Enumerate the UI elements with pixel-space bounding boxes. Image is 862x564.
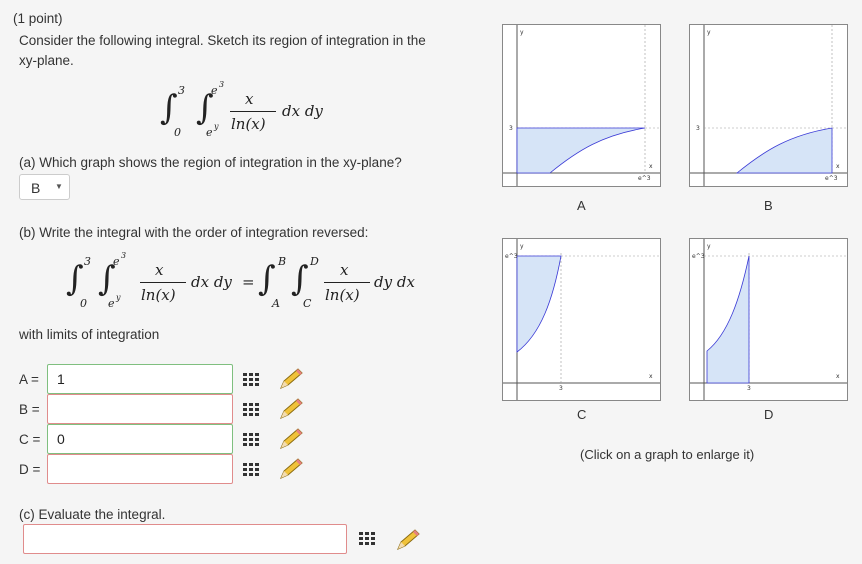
- pencil-icon[interactable]: [395, 528, 421, 552]
- x-tick-label: 3: [559, 385, 563, 392]
- grid-icon[interactable]: [359, 532, 375, 545]
- graph-select-value: B: [31, 180, 41, 196]
- y-tick-label: 3: [696, 125, 700, 132]
- y-tick-label: e^3: [692, 253, 705, 260]
- pencil-icon[interactable]: [278, 397, 304, 421]
- integral-sign: ∫: [291, 259, 309, 299]
- field-a-input[interactable]: 1: [47, 364, 233, 394]
- graph-c-plot: [503, 239, 660, 400]
- field-c-input[interactable]: 0: [47, 424, 233, 454]
- grid-icon[interactable]: [243, 433, 259, 446]
- reversed-integral-expression: ∫ 3 0 ∫ e 3 e y x ln(x) dx dy = ∫ B A ∫ …: [66, 251, 426, 315]
- x-tick-label: 3: [747, 385, 751, 392]
- intro-text-line2: xy-plane.: [19, 53, 74, 68]
- integral-sign: ∫: [160, 88, 178, 128]
- pencil-icon[interactable]: [278, 427, 304, 451]
- reversed-inner-lower: C: [303, 297, 312, 310]
- denominator: ln(x): [231, 115, 266, 133]
- graph-b-label: B: [764, 198, 773, 213]
- y-axis-label: y: [520, 29, 524, 36]
- intro-text-line1: Consider the following integral. Sketch …: [19, 33, 426, 48]
- graph-a[interactable]: y x 3 e^3: [502, 24, 661, 187]
- reversed-denominator: ln(x): [325, 286, 360, 304]
- differentials: dx dy: [282, 102, 323, 120]
- part-a-question: (a) Which graph shows the region of inte…: [19, 155, 402, 170]
- integral-sign: ∫: [258, 259, 276, 299]
- x-axis-label: x: [836, 163, 840, 170]
- inner-upper-limit: e: [113, 255, 120, 268]
- graph-d-plot: [690, 239, 847, 400]
- denominator: ln(x): [141, 286, 176, 304]
- x-tick-label: e^3: [638, 175, 651, 182]
- reversed-differentials: dy dx: [374, 273, 415, 291]
- field-d-input[interactable]: [47, 454, 233, 484]
- numerator: x: [155, 261, 164, 279]
- part-b-question: (b) Write the integral with the order of…: [19, 225, 369, 240]
- outer-upper-limit: 3: [178, 84, 185, 97]
- outer-upper-limit: 3: [84, 255, 91, 268]
- graph-d-label: D: [764, 407, 774, 422]
- points-label: (1 point): [13, 11, 63, 26]
- chevron-down-icon: ▼: [55, 182, 63, 191]
- inner-lower-exp: y: [214, 122, 219, 131]
- integral-expression: ∫ 3 0 ∫ e 3 e y x ln(x) dx dy: [160, 80, 340, 144]
- graph-a-plot: [503, 25, 660, 186]
- graph-d[interactable]: y x e^3 3: [689, 238, 848, 401]
- pencil-icon[interactable]: [278, 457, 304, 481]
- grid-icon[interactable]: [243, 403, 259, 416]
- inner-upper-exp: 3: [219, 80, 225, 89]
- click-hint: (Click on a graph to enlarge it): [580, 447, 755, 462]
- inner-lower-limit: e: [108, 297, 115, 310]
- y-axis-label: y: [520, 243, 524, 250]
- inner-upper-exp: 3: [121, 251, 127, 260]
- graph-c-label: C: [577, 407, 587, 422]
- fraction-bar: [230, 111, 276, 112]
- outer-lower-limit: 0: [80, 297, 87, 310]
- field-b-input[interactable]: [47, 394, 233, 424]
- grid-icon[interactable]: [243, 463, 259, 476]
- differentials: dx dy: [191, 273, 232, 291]
- x-axis-label: x: [649, 163, 653, 170]
- x-axis-label: x: [649, 373, 653, 380]
- inner-upper-limit: e: [211, 84, 218, 97]
- grid-icon[interactable]: [243, 373, 259, 386]
- field-b-label: B =: [19, 402, 40, 417]
- graph-a-label: A: [577, 198, 586, 213]
- fraction-bar: [140, 282, 186, 283]
- reversed-numerator: x: [340, 261, 349, 279]
- graph-b[interactable]: y x 3 e^3: [689, 24, 848, 187]
- reversed-inner-upper: D: [310, 255, 319, 268]
- y-axis-label: y: [707, 243, 711, 250]
- x-tick-label: e^3: [825, 175, 838, 182]
- graph-c[interactable]: y x e^3 3: [502, 238, 661, 401]
- field-d-label: D =: [19, 462, 41, 477]
- y-tick-label: e^3: [505, 253, 518, 260]
- inner-lower-limit: e: [206, 126, 213, 139]
- reversed-outer-lower: A: [272, 297, 280, 310]
- integral-sign: ∫: [66, 259, 84, 299]
- part-c-answer-input[interactable]: [23, 524, 347, 554]
- numerator: x: [245, 90, 254, 108]
- y-tick-label: 3: [509, 125, 513, 132]
- inner-lower-exp: y: [116, 293, 121, 302]
- graph-b-plot: [690, 25, 847, 186]
- limits-label: with limits of integration: [19, 327, 160, 342]
- y-axis-label: y: [707, 29, 711, 36]
- field-a-label: A =: [19, 372, 39, 387]
- equals-sign: =: [242, 273, 255, 291]
- fraction-bar: [324, 282, 370, 283]
- field-c-label: C =: [19, 432, 41, 447]
- x-axis-label: x: [836, 373, 840, 380]
- part-c-question: (c) Evaluate the integral.: [19, 507, 166, 522]
- outer-lower-limit: 0: [174, 126, 181, 139]
- reversed-outer-upper: B: [278, 255, 287, 268]
- graph-select[interactable]: B ▼: [19, 174, 70, 200]
- pencil-icon[interactable]: [278, 367, 304, 391]
